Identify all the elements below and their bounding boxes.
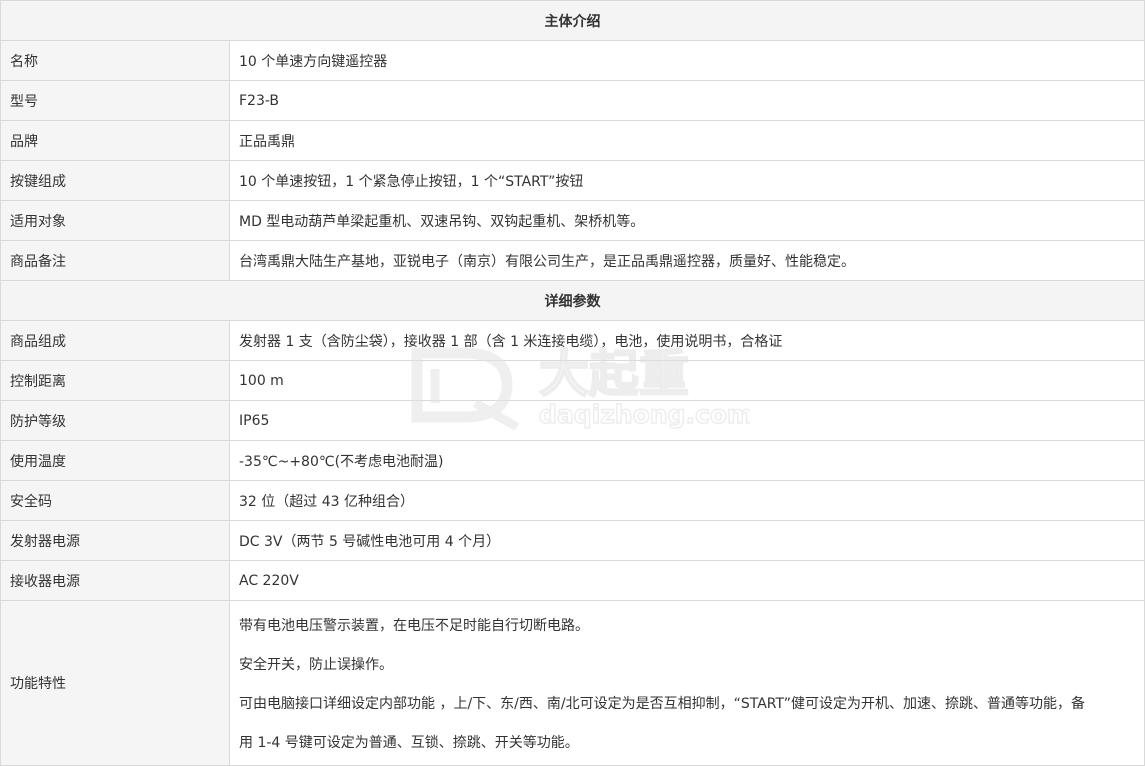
row-value: 10 个单速方向键遥控器 [229,40,1145,81]
row-label: 接收器电源 [0,560,230,601]
table-row: 适用对象 MD 型电动葫芦单梁起重机、双速吊钩、双钩起重机、架桥机等。 [0,200,1145,241]
row-value: IP65 [229,400,1145,441]
row-value: AC 220V [229,560,1145,601]
table-row: 名称 10 个单速方向键遥控器 [0,40,1145,81]
features-value: 带有电池电压警示装置，在电压不足时能自行切断电路。 安全开关，防止误操作。 可由… [229,600,1145,766]
table-row: 商品备注 台湾禹鼎大陆生产基地，亚锐电子（南京）有限公司生产，是正品禹鼎遥控器，… [0,240,1145,281]
section-title-main: 主体介绍 [0,0,1145,41]
row-label: 控制距离 [0,360,230,401]
table-row: 型号 F23-B [0,80,1145,121]
row-value: 发射器 1 支（含防尘袋），接收器 1 部（含 1 米连接电缆），电池，使用说明… [229,320,1145,361]
row-value: 台湾禹鼎大陆生产基地，亚锐电子（南京）有限公司生产，是正品禹鼎遥控器，质量好、性… [229,240,1145,281]
row-value: 100 m [229,360,1145,401]
table-row: 按键组成 10 个单速按钮，1 个紧急停止按钮，1 个“START”按钮 [0,160,1145,201]
table-row: 发射器电源 DC 3V（两节 5 号碱性电池可用 4 个月） [0,520,1145,561]
table-row: 防护等级 IP65 [0,400,1145,441]
section-title-params: 详细参数 [0,280,1145,321]
row-label: 名称 [0,40,230,81]
table-row: 控制距离 100 m [0,360,1145,401]
row-label: 适用对象 [0,200,230,241]
section-header-row: 详细参数 [0,280,1145,321]
feature-line: 可由电脑接口详细设定内部功能 ，上/下、东/西、南/北可设定为是否互相抑制，“S… [239,696,1085,712]
row-label: 防护等级 [0,400,230,441]
table-row: 接收器电源 AC 220V [0,560,1145,601]
row-label: 品牌 [0,120,230,161]
feature-line: 带有电池电压警示装置，在电压不足时能自行切断电路。 [239,618,589,634]
row-label: 商品备注 [0,240,230,281]
row-label: 型号 [0,80,230,121]
section-header-row: 主体介绍 [0,0,1145,41]
feature-line: 安全开关，防止误操作。 [239,657,393,673]
row-label: 功能特性 [0,600,230,766]
table-row: 使用温度 -35℃~+80℃(不考虑电池耐温) [0,440,1145,481]
row-value: DC 3V（两节 5 号碱性电池可用 4 个月） [229,520,1145,561]
row-value: MD 型电动葫芦单梁起重机、双速吊钩、双钩起重机、架桥机等。 [229,200,1145,241]
row-value: 正品禹鼎 [229,120,1145,161]
row-label: 使用温度 [0,440,230,481]
table-row: 品牌 正品禹鼎 [0,120,1145,161]
row-value: -35℃~+80℃(不考虑电池耐温) [229,440,1145,481]
row-label: 按键组成 [0,160,230,201]
row-label: 发射器电源 [0,520,230,561]
spec-table: 主体介绍 名称 10 个单速方向键遥控器 型号 F23-B 品牌 正品禹鼎 按键… [0,0,1145,766]
table-row: 商品组成 发射器 1 支（含防尘袋），接收器 1 部（含 1 米连接电缆），电池… [0,320,1145,361]
row-label: 商品组成 [0,320,230,361]
row-value: 32 位（超过 43 亿种组合） [229,480,1145,521]
table-row-features: 功能特性 带有电池电压警示装置，在电压不足时能自行切断电路。 安全开关，防止误操… [0,600,1145,766]
feature-line: 用 1-4 号键可设定为普通、互锁、捺跳、开关等功能。 [239,735,579,751]
table-row: 安全码 32 位（超过 43 亿种组合） [0,480,1145,521]
row-label: 安全码 [0,480,230,521]
row-value: F23-B [229,80,1145,121]
row-value: 10 个单速按钮，1 个紧急停止按钮，1 个“START”按钮 [229,160,1145,201]
